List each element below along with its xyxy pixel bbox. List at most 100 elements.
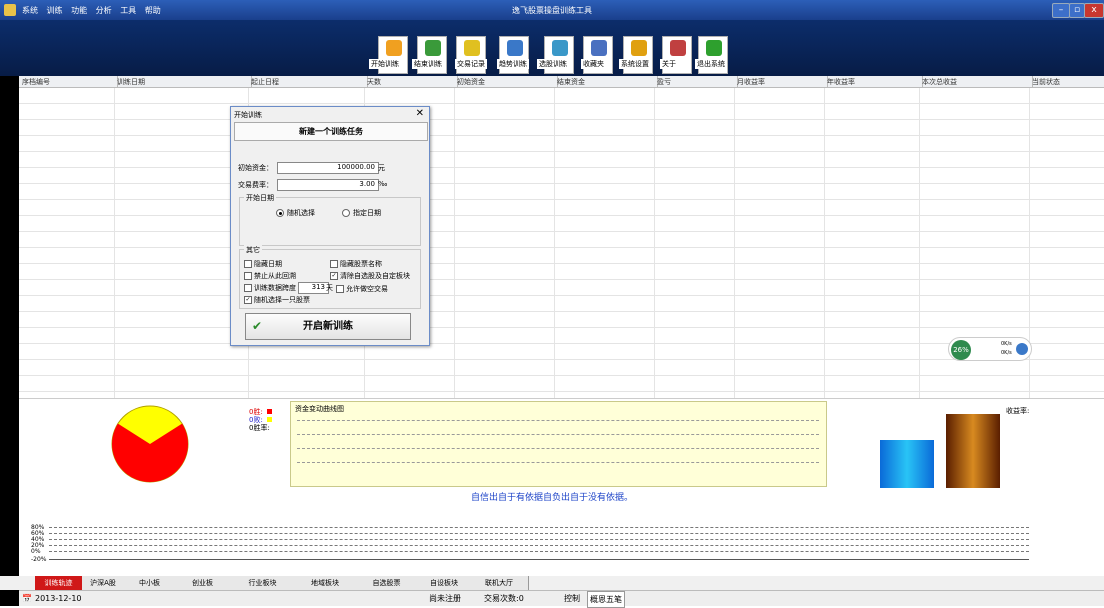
upload-arrow-icon — [386, 40, 402, 56]
tab-6[interactable]: 地域板块 — [295, 576, 356, 590]
column-header[interactable]: 月收益率 — [734, 76, 828, 88]
radio-specify-date[interactable]: 指定日期 — [342, 208, 381, 218]
start-date-group-title: 开始日期 — [244, 193, 276, 203]
return-bar-chart: 收益率: — [828, 400, 1104, 490]
checkbox-icon — [244, 260, 252, 268]
column-header[interactable]: 当前状态 — [1029, 76, 1104, 88]
toolbar-button-label: 结束训练 — [412, 59, 444, 69]
column-header[interactable]: 训练日期 — [114, 76, 252, 88]
span-unit: 天 — [326, 284, 333, 292]
curve-gridline — [297, 448, 819, 449]
toolbar-button-label: 趋势训练 — [497, 59, 529, 69]
legend-rate-label: 0胜率: — [249, 424, 270, 432]
track-gridline — [49, 551, 1029, 552]
toolbar-button-label: 退出系统 — [695, 59, 727, 69]
start-button-label: 开启新训练 — [303, 321, 353, 332]
fund-curve-chart: 资金变动曲线图 — [290, 401, 827, 487]
tab-1[interactable]: 训练轨迹 — [35, 576, 83, 590]
legend-win-label: 0胜: — [249, 408, 263, 416]
minimize-button[interactable]: – — [1052, 3, 1070, 18]
bottom-tab-bar: 训练轨迹 沪深A股 中小板 创业板 行业板块 地域板块 自选股票 自设板块 联机大厅 — [0, 576, 1104, 590]
track-gridline — [49, 539, 1029, 540]
checkbox-no-lookback[interactable]: 禁止从此回溯 — [244, 271, 296, 281]
checkbox-span[interactable]: 训练数据跨度 — [244, 283, 296, 293]
toolbar-button-5[interactable]: 选股训练 — [537, 36, 574, 74]
tab-3[interactable]: 中小板 — [124, 576, 176, 590]
track-axis-tick: -20% — [31, 556, 47, 563]
no-lookback-label: 禁止从此回溯 — [254, 272, 296, 280]
maximize-button[interactable]: ▫ — [1069, 3, 1085, 18]
exit-arrow-icon — [706, 40, 722, 56]
toolbar-button-8[interactable]: 关于 — [660, 36, 692, 74]
rocket-icon — [1016, 343, 1028, 355]
column-header[interactable]: 年收益率 — [824, 76, 923, 88]
checkbox-icon — [244, 284, 252, 292]
toolbar-button-7[interactable]: 系统设置 — [619, 36, 653, 74]
title-bar: 系统 训练 功能 分析 工具 帮助 逸飞股票操盘训练工具 – ▫ x — [0, 0, 1104, 20]
column-header[interactable]: 序档编号 — [19, 76, 118, 88]
span-days-input[interactable]: 313 — [298, 282, 329, 294]
column-header[interactable]: 盈亏 — [654, 76, 738, 88]
tab-8[interactable]: 自设板块 — [418, 576, 471, 590]
motto-text: 自信出自于有依据自负出自于没有依据。 — [470, 493, 633, 503]
return-rate-label: 收益率: — [1006, 407, 1030, 415]
radio-dot-icon — [276, 209, 284, 217]
fee-unit: ‰ — [378, 180, 388, 188]
track-axis-tick: 0% — [31, 548, 41, 555]
checkbox-clear-custom[interactable]: ✓ 清除自选股及自定板块 — [330, 271, 410, 281]
initial-fund-input[interactable]: 100000.00 — [277, 162, 379, 174]
legend-loss-swatch — [266, 417, 272, 422]
input-method-indicator[interactable]: 概恩五笔 — [587, 591, 625, 608]
column-header[interactable]: 起止日程 — [248, 76, 368, 88]
checkbox-hide-name[interactable]: 隐藏股票名称 — [330, 259, 382, 269]
toolbar-button-6[interactable]: 收藏夹 — [581, 36, 613, 74]
registration-status: 尚未注册 — [429, 594, 461, 603]
column-header[interactable]: 本次总收益 — [919, 76, 1033, 88]
toolbar-button-1[interactable]: 开始训练 — [369, 36, 408, 74]
picture-icon — [591, 40, 607, 56]
tab-2[interactable]: 沪深A股 — [82, 576, 125, 590]
close-button[interactable]: x — [1084, 3, 1104, 18]
toolbar-button-2[interactable]: 结束训练 — [412, 36, 447, 74]
initial-fund-unit: 元 — [378, 164, 385, 172]
random-one-label: 随机选择一只股票 — [254, 296, 310, 304]
toolbar-button-3[interactable]: 交易记录 — [455, 36, 487, 74]
return-bar-2 — [946, 414, 1000, 488]
globe-icon — [552, 40, 568, 56]
column-divider — [734, 88, 735, 398]
track-gridline — [49, 527, 1029, 528]
initial-fund-label: 初始资金： — [238, 164, 273, 172]
toolbar-button-label: 开始训练 — [369, 59, 401, 69]
column-divider — [554, 88, 555, 398]
checkbox-icon — [330, 260, 338, 268]
upload-speed: 0K/s — [1001, 341, 1012, 347]
status-bar: 📅 2013-12-10 尚未注册 交易次数:0 控制 概恩五笔 — [19, 590, 1104, 608]
fund-curve-title: 资金变动曲线图 — [295, 405, 344, 413]
tab-4[interactable]: 创业板 — [175, 576, 231, 590]
column-header[interactable]: 初始资金 — [454, 76, 558, 88]
pie-legend: 0胜: 0败: 0胜率: — [249, 408, 272, 432]
column-header[interactable]: 天数 — [364, 76, 458, 88]
close-icon[interactable]: ✕ — [416, 108, 424, 119]
fee-input[interactable]: 3.00 — [277, 179, 379, 191]
toolbar-button-9[interactable]: 退出系统 — [695, 36, 728, 74]
checkbox-icon — [336, 285, 344, 293]
status-date: 2013-12-10 — [35, 594, 82, 603]
column-header[interactable]: 结束资金 — [554, 76, 658, 88]
tab-9[interactable]: 联机大厅 — [470, 576, 529, 590]
radio-random-label: 随机选择 — [287, 209, 315, 217]
checkbox-hide-date[interactable]: 隐藏日期 — [244, 259, 282, 269]
network-speed-widget[interactable]: 26% 0K/s 0K/s — [948, 337, 1032, 361]
start-date-group: 开始日期 随机选择 指定日期 — [239, 193, 421, 246]
new-task-button[interactable]: 新建一个训练任务 — [234, 122, 428, 141]
return-bar-1 — [880, 440, 934, 488]
checkbox-allow-short[interactable]: 允许做空交易 — [336, 284, 388, 294]
column-divider — [919, 88, 920, 398]
toolbar-button-4[interactable]: 趋势训练 — [497, 36, 529, 74]
radio-random-select[interactable]: 随机选择 — [276, 208, 315, 218]
tab-5[interactable]: 行业板块 — [230, 576, 296, 590]
start-new-training-button[interactable]: ✔ 开启新训练 — [245, 313, 411, 340]
checkbox-random-one[interactable]: ✓ 随机选择一只股票 — [244, 295, 310, 305]
tab-7[interactable]: 自选股票 — [355, 576, 419, 590]
toolbar-button-label: 系统设置 — [619, 59, 651, 69]
